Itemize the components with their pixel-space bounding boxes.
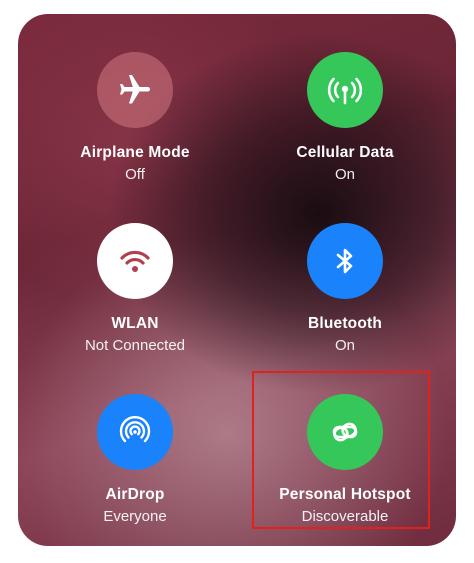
- link-icon: [332, 422, 358, 442]
- bluetooth-button[interactable]: [307, 223, 383, 299]
- wlan-button[interactable]: [97, 223, 173, 299]
- antenna-icon: [327, 77, 363, 105]
- airplane-mode-button[interactable]: [97, 52, 173, 128]
- personal-hotspot-title: Personal Hotspot: [279, 486, 411, 503]
- bluetooth-status: On: [334, 337, 355, 354]
- bluetooth-icon: [336, 248, 353, 274]
- cellular-data-toggle[interactable]: Cellular Data On: [255, 52, 435, 202]
- airplane-icon: [120, 75, 150, 104]
- personal-hotspot-toggle[interactable]: Personal Hotspot Discoverable: [255, 394, 435, 544]
- bluetooth-title: Bluetooth: [307, 315, 383, 332]
- personal-hotspot-button[interactable]: [307, 394, 383, 470]
- airdrop-toggle[interactable]: AirDrop Everyone: [45, 394, 225, 544]
- cellular-data-title: Cellular Data: [296, 144, 394, 161]
- airdrop-icon: [119, 416, 151, 443]
- wlan-status: Not Connected: [84, 337, 186, 354]
- bluetooth-toggle[interactable]: Bluetooth On: [255, 223, 435, 373]
- airplane-mode-status: Off: [125, 166, 145, 183]
- connectivity-panel: Airplane Mode Off Cellular Data On WLAN …: [18, 14, 456, 546]
- airdrop-title: AirDrop: [105, 486, 165, 503]
- cellular-data-status: On: [334, 166, 355, 183]
- wlan-toggle[interactable]: WLAN Not Connected: [45, 223, 225, 373]
- airplane-mode-toggle[interactable]: Airplane Mode Off: [45, 52, 225, 202]
- airplane-mode-title: Airplane Mode: [80, 144, 190, 161]
- cellular-data-button[interactable]: [307, 52, 383, 128]
- wifi-icon: [120, 250, 150, 272]
- wlan-title: WLAN: [111, 315, 159, 332]
- personal-hotspot-status: Discoverable: [301, 508, 389, 525]
- airdrop-status: Everyone: [103, 508, 167, 525]
- airdrop-button[interactable]: [97, 394, 173, 470]
